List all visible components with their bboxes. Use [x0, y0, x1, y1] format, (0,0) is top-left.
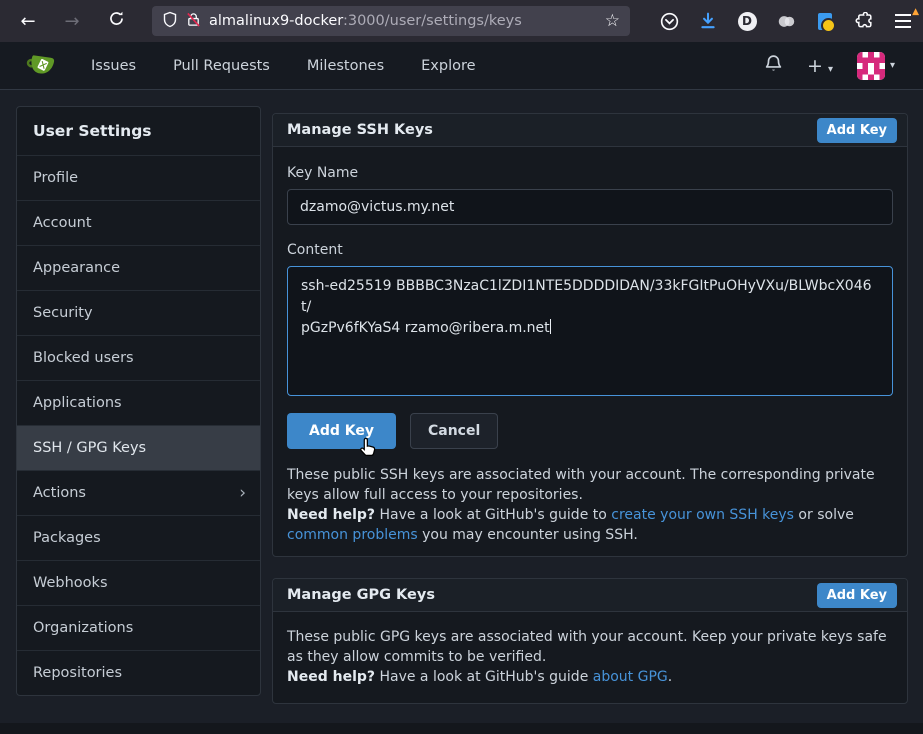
downloads-icon[interactable]: [698, 11, 718, 31]
about-gpg-link[interactable]: about GPG: [593, 669, 668, 685]
sidebar-title: User Settings: [17, 107, 260, 155]
extensions-puzzle-icon[interactable]: [854, 11, 874, 31]
notifications-bell-icon[interactable]: [764, 54, 783, 77]
forward-icon: →: [62, 11, 82, 32]
menu-alert-badge: ▲: [912, 7, 919, 17]
sidebar-item-account[interactable]: Account: [17, 200, 260, 245]
tracking-shield-icon[interactable]: [162, 11, 178, 32]
navbar-right: +▾ ▾: [764, 52, 923, 80]
need-help-label: Need help?: [287, 669, 375, 685]
sidebar-item-packages[interactable]: Packages: [17, 515, 260, 560]
navbar-item-issues[interactable]: Issues: [91, 58, 136, 74]
ssh-keys-panel: Manage SSH Keys Add Key Key Name Content…: [272, 113, 908, 557]
settings-sidebar: User Settings Profile Account Appearance…: [16, 106, 261, 696]
gpg-panel-title: Manage GPG Keys: [287, 587, 435, 603]
url-host: almalinux9-docker: [209, 13, 343, 29]
navbar-item-pull-requests[interactable]: Pull Requests: [173, 58, 270, 74]
sidebar-item-actions[interactable]: Actions›: [17, 470, 260, 515]
key-name-label: Key Name: [287, 165, 893, 181]
avatar: [857, 52, 885, 80]
sidebar-item-security[interactable]: Security: [17, 290, 260, 335]
document-clock-extension-icon[interactable]: [815, 11, 835, 31]
key-name-input[interactable]: [287, 189, 893, 225]
ssh-help-text: These public SSH keys are associated wit…: [287, 465, 893, 545]
browser-extension-icons: D ▲: [659, 0, 913, 42]
ssh-help-line1: These public SSH keys are associated wit…: [287, 465, 893, 505]
need-help-label: Need help?: [287, 507, 375, 523]
sidebar-item-webhooks[interactable]: Webhooks: [17, 560, 260, 605]
url-text[interactable]: almalinux9-docker:3000/user/settings/key…: [209, 13, 522, 29]
ssh-add-key-toggle-button[interactable]: Add Key: [817, 118, 897, 143]
url-bar[interactable]: almalinux9-docker:3000/user/settings/key…: [152, 6, 630, 36]
url-path: :3000/user/settings/keys: [343, 13, 522, 29]
gpg-keys-panel: Manage GPG Keys Add Key These public GPG…: [272, 578, 908, 704]
browser-nav-buttons: ← →: [0, 10, 126, 32]
circles-extension-icon[interactable]: [776, 11, 796, 31]
gpg-panel-header: Manage GPG Keys Add Key: [273, 579, 907, 612]
navbar-item-explore[interactable]: Explore: [421, 58, 475, 74]
sidebar-item-appearance[interactable]: Appearance: [17, 245, 260, 290]
back-icon[interactable]: ←: [18, 11, 38, 32]
ssh-panel-title: Manage SSH Keys: [287, 122, 433, 138]
gpg-help-text: These public GPG keys are associated wit…: [287, 627, 893, 687]
key-content-textarea[interactable]: ssh-ed25519 BBBBC3NzaC1lZDI1NTE5DDDDIDAN…: [287, 266, 893, 396]
chevron-down-icon: ▾: [890, 60, 895, 71]
gpg-panel-body: These public GPG keys are associated wit…: [273, 612, 907, 700]
pocket-icon[interactable]: [659, 11, 679, 31]
chevron-down-icon: ▾: [828, 64, 833, 75]
text-caret: [550, 319, 551, 334]
common-problems-link[interactable]: common problems: [287, 527, 418, 543]
gpg-help-line2: Need help? Have a look at GitHub's guide…: [287, 667, 893, 687]
browser-toolbar: ← → almalinux9-docker:3000/user/settings…: [0, 0, 923, 42]
ssh-help-line2: Need help? Have a look at GitHub's guide…: [287, 505, 893, 545]
sidebar-item-profile[interactable]: Profile: [17, 155, 260, 200]
chevron-right-icon: ›: [239, 471, 246, 515]
create-ssh-keys-link[interactable]: create your own SSH keys: [611, 507, 794, 523]
app-navbar: Issues Pull Requests Milestones Explore …: [0, 42, 923, 90]
insecure-lock-icon[interactable]: [186, 11, 201, 32]
add-key-submit-button[interactable]: Add Key: [287, 413, 396, 449]
navbar-links: Issues Pull Requests Milestones Explore: [91, 58, 476, 74]
page-footer: [0, 723, 923, 734]
menu-icon[interactable]: ▲: [893, 11, 913, 31]
ssh-panel-body: Key Name Content ssh-ed25519 BBBBC3NzaC1…: [273, 147, 907, 558]
cancel-button[interactable]: Cancel: [410, 413, 498, 449]
gpg-add-key-toggle-button[interactable]: Add Key: [817, 583, 897, 608]
sidebar-item-ssh-gpg-keys[interactable]: SSH / GPG Keys: [17, 425, 260, 470]
ssh-panel-header: Manage SSH Keys Add Key: [273, 114, 907, 147]
user-menu-dropdown[interactable]: ▾: [857, 52, 895, 80]
gpg-help-line1: These public GPG keys are associated wit…: [287, 627, 893, 667]
sidebar-item-organizations[interactable]: Organizations: [17, 605, 260, 650]
sidebar-item-repositories[interactable]: Repositories: [17, 650, 260, 695]
plus-icon: +: [807, 55, 823, 77]
sidebar-item-applications[interactable]: Applications: [17, 380, 260, 425]
navbar-item-milestones[interactable]: Milestones: [307, 58, 384, 74]
gitea-logo-icon[interactable]: [25, 52, 57, 80]
d-extension-icon[interactable]: D: [737, 11, 757, 31]
content-label: Content: [287, 242, 893, 258]
bookmark-star-icon[interactable]: ☆: [605, 11, 620, 31]
form-buttons: Add Key Cancel: [287, 413, 893, 449]
sidebar-item-blocked-users[interactable]: Blocked users: [17, 335, 260, 380]
reload-icon[interactable]: [106, 10, 126, 32]
create-new-dropdown[interactable]: +▾: [807, 55, 833, 77]
